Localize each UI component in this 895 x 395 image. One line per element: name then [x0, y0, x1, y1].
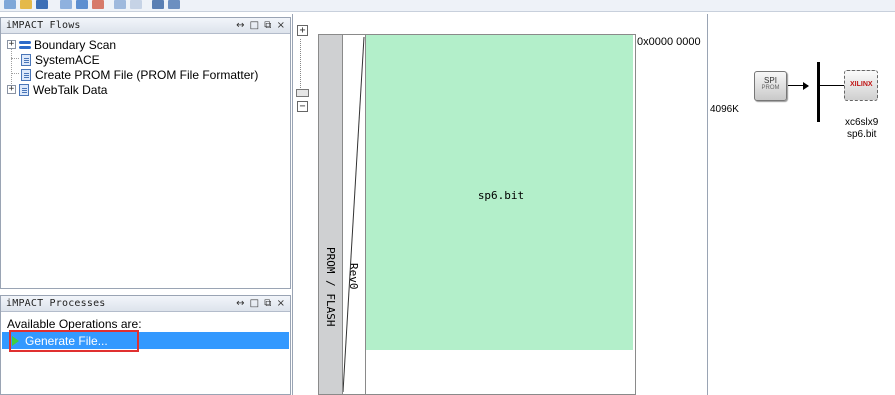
document-icon: [21, 53, 31, 66]
spi-chip-sublabel: PROM: [761, 85, 780, 91]
panel-window-controls[interactable]: ↔ □ ⧉ ×: [236, 20, 286, 31]
toolbar-icon-6[interactable]: [92, 0, 104, 9]
toolbar-icon-5[interactable]: [76, 0, 88, 9]
processes-panel-header: iMPACT Processes ↔ □ ⧉ ×: [1, 296, 290, 312]
zoom-in-button[interactable]: +: [297, 25, 308, 36]
impact-window: iMPACT Flows ↔ □ ⧉ × + Boundary Scan Sys…: [0, 0, 895, 395]
processes-panel: iMPACT Processes ↔ □ ⧉ × Available Opera…: [0, 295, 291, 395]
revision-divider-line: [343, 36, 365, 393]
available-operations-label: Available Operations are:: [7, 317, 142, 331]
connection-wire: [820, 85, 844, 86]
toolbar-icon-8[interactable]: [130, 0, 142, 9]
xilinx-logo: XILINX: [850, 81, 873, 88]
tree-item-boundary-scan[interactable]: + Boundary Scan: [7, 37, 116, 52]
highlight-box: [9, 330, 139, 352]
open-folder-icon[interactable]: [20, 0, 32, 9]
tree-item-systemace[interactable]: SystemACE: [21, 52, 100, 67]
toolbar-icon-4[interactable]: [60, 0, 72, 9]
expand-icon[interactable]: +: [7, 40, 16, 49]
prom-size-label: 4096K: [710, 104, 739, 115]
tree-item-create-prom-file[interactable]: Create PROM File (PROM File Formatter): [21, 67, 258, 82]
program-icon[interactable]: [152, 0, 164, 9]
flows-panel-header: iMPACT Flows ↔ □ ⧉ ×: [1, 18, 290, 34]
bus-bar: [817, 62, 820, 122]
flows-panel-title: iMPACT Flows: [6, 20, 81, 31]
expand-icon[interactable]: +: [7, 85, 16, 94]
toolbar: [0, 0, 895, 12]
zoom-slider-thumb[interactable]: [296, 89, 309, 97]
spi-chip-label: SPI: [764, 76, 777, 85]
panel-window-controls[interactable]: ↔ □ ⧉ ×: [236, 298, 286, 309]
tree-item-label: Boundary Scan: [34, 37, 117, 52]
toolbar-icon-7[interactable]: [114, 0, 126, 9]
wire-arrow-icon: [803, 82, 809, 90]
save-icon[interactable]: [36, 0, 48, 9]
flows-tree: + Boundary Scan SystemACE Create PROM Fi…: [1, 36, 290, 288]
zoom-track[interactable]: [300, 39, 306, 94]
tree-item-label: Create PROM File (PROM File Formatter): [35, 67, 259, 82]
prom-flash-label: PROM / FLASH: [324, 247, 337, 327]
zoom-out-button[interactable]: −: [297, 101, 308, 112]
document-icon: [21, 68, 31, 81]
fpga-chip-icon[interactable]: XILINX: [844, 70, 878, 101]
prom-memory-map: PROM / FLASH Rev0 sp6.bit: [318, 34, 636, 395]
help-icon[interactable]: [168, 0, 180, 9]
zoom-control: + −: [296, 25, 312, 125]
document-icon: [19, 83, 29, 96]
tree-item-label: WebTalk Data: [33, 82, 108, 97]
fpga-part-name: xc6slx9: [845, 117, 879, 128]
new-file-icon[interactable]: [4, 0, 16, 9]
chain-icon: [19, 40, 31, 50]
bitstream-block-label: sp6.bit: [477, 189, 525, 202]
spi-prom-chip-icon[interactable]: SPI PROM: [754, 71, 787, 101]
processes-list: Available Operations are: Generate File.…: [1, 313, 290, 394]
fpga-device-label: xc6slx9 sp6.bit: [845, 117, 878, 141]
tree-item-label: SystemACE: [35, 52, 100, 67]
prom-device-column: PROM / FLASH: [318, 34, 343, 395]
flows-panel: iMPACT Flows ↔ □ ⧉ × + Boundary Scan Sys…: [0, 17, 291, 289]
pane-divider-left[interactable]: [292, 14, 293, 395]
processes-panel-title: iMPACT Processes: [6, 298, 106, 309]
start-address-label: 0x0000 0000: [637, 36, 701, 48]
tree-item-webtalk-data[interactable]: + WebTalk Data: [7, 82, 107, 97]
fpga-bitfile-name: sp6.bit: [847, 129, 877, 140]
pane-divider-right[interactable]: [707, 14, 708, 395]
